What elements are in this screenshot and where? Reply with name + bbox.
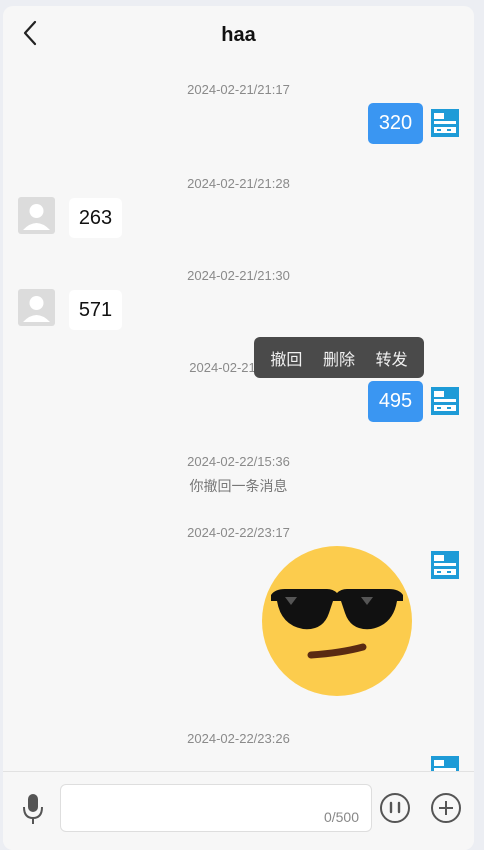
default-user-icon[interactable] xyxy=(18,289,55,326)
message-bubble-mine[interactable]: 320 xyxy=(368,103,423,144)
message-timestamp: 2024-02-22/15:36 xyxy=(187,454,290,469)
message-timestamp: 2024-02-22/23:26 xyxy=(187,731,290,746)
message-timestamp: 2024-02-22/23:17 xyxy=(187,525,290,540)
recall-button[interactable]: 撤回 xyxy=(270,346,302,370)
recall-notice: 你撤回一条消息 xyxy=(189,478,288,494)
forward-button[interactable]: 转发 xyxy=(376,346,408,370)
back-button[interactable] xyxy=(15,16,45,50)
plus-circle-icon[interactable] xyxy=(430,792,462,824)
pixel-avatar-icon[interactable] xyxy=(431,387,459,415)
chat-header: haa xyxy=(3,6,474,64)
chevron-left-icon xyxy=(23,20,37,46)
message-bubble-mine[interactable]: 495 xyxy=(368,381,423,422)
char-counter: 0/500 xyxy=(323,809,359,825)
message-bubble-other[interactable]: 263 xyxy=(69,198,122,238)
default-user-icon[interactable] xyxy=(18,197,55,234)
sunglasses-emoji-sticker[interactable] xyxy=(261,545,413,697)
message-timestamp: 2024-02-21/21:30 xyxy=(187,268,290,283)
message-input[interactable]: 0/500 xyxy=(60,784,372,832)
pixel-avatar-icon[interactable] xyxy=(431,551,459,579)
input-bar: 0/500 xyxy=(3,771,474,850)
chat-title: haa xyxy=(221,23,256,46)
pixel-avatar-icon[interactable] xyxy=(431,109,459,137)
message-bubble-other[interactable]: 571 xyxy=(69,290,122,330)
microphone-icon[interactable] xyxy=(19,792,47,826)
chat-window: haa 2024-02-21/21:17 320 2024-02-21/21:2… xyxy=(3,6,474,850)
message-timestamp: 2024-02-21/21:17 xyxy=(187,82,290,97)
message-context-menu: 撤回 删除 转发 xyxy=(254,337,424,378)
delete-button[interactable]: 删除 xyxy=(323,346,355,370)
emoji-face-icon[interactable] xyxy=(379,792,411,824)
message-timestamp: 2024-02-21/21:28 xyxy=(187,176,290,191)
